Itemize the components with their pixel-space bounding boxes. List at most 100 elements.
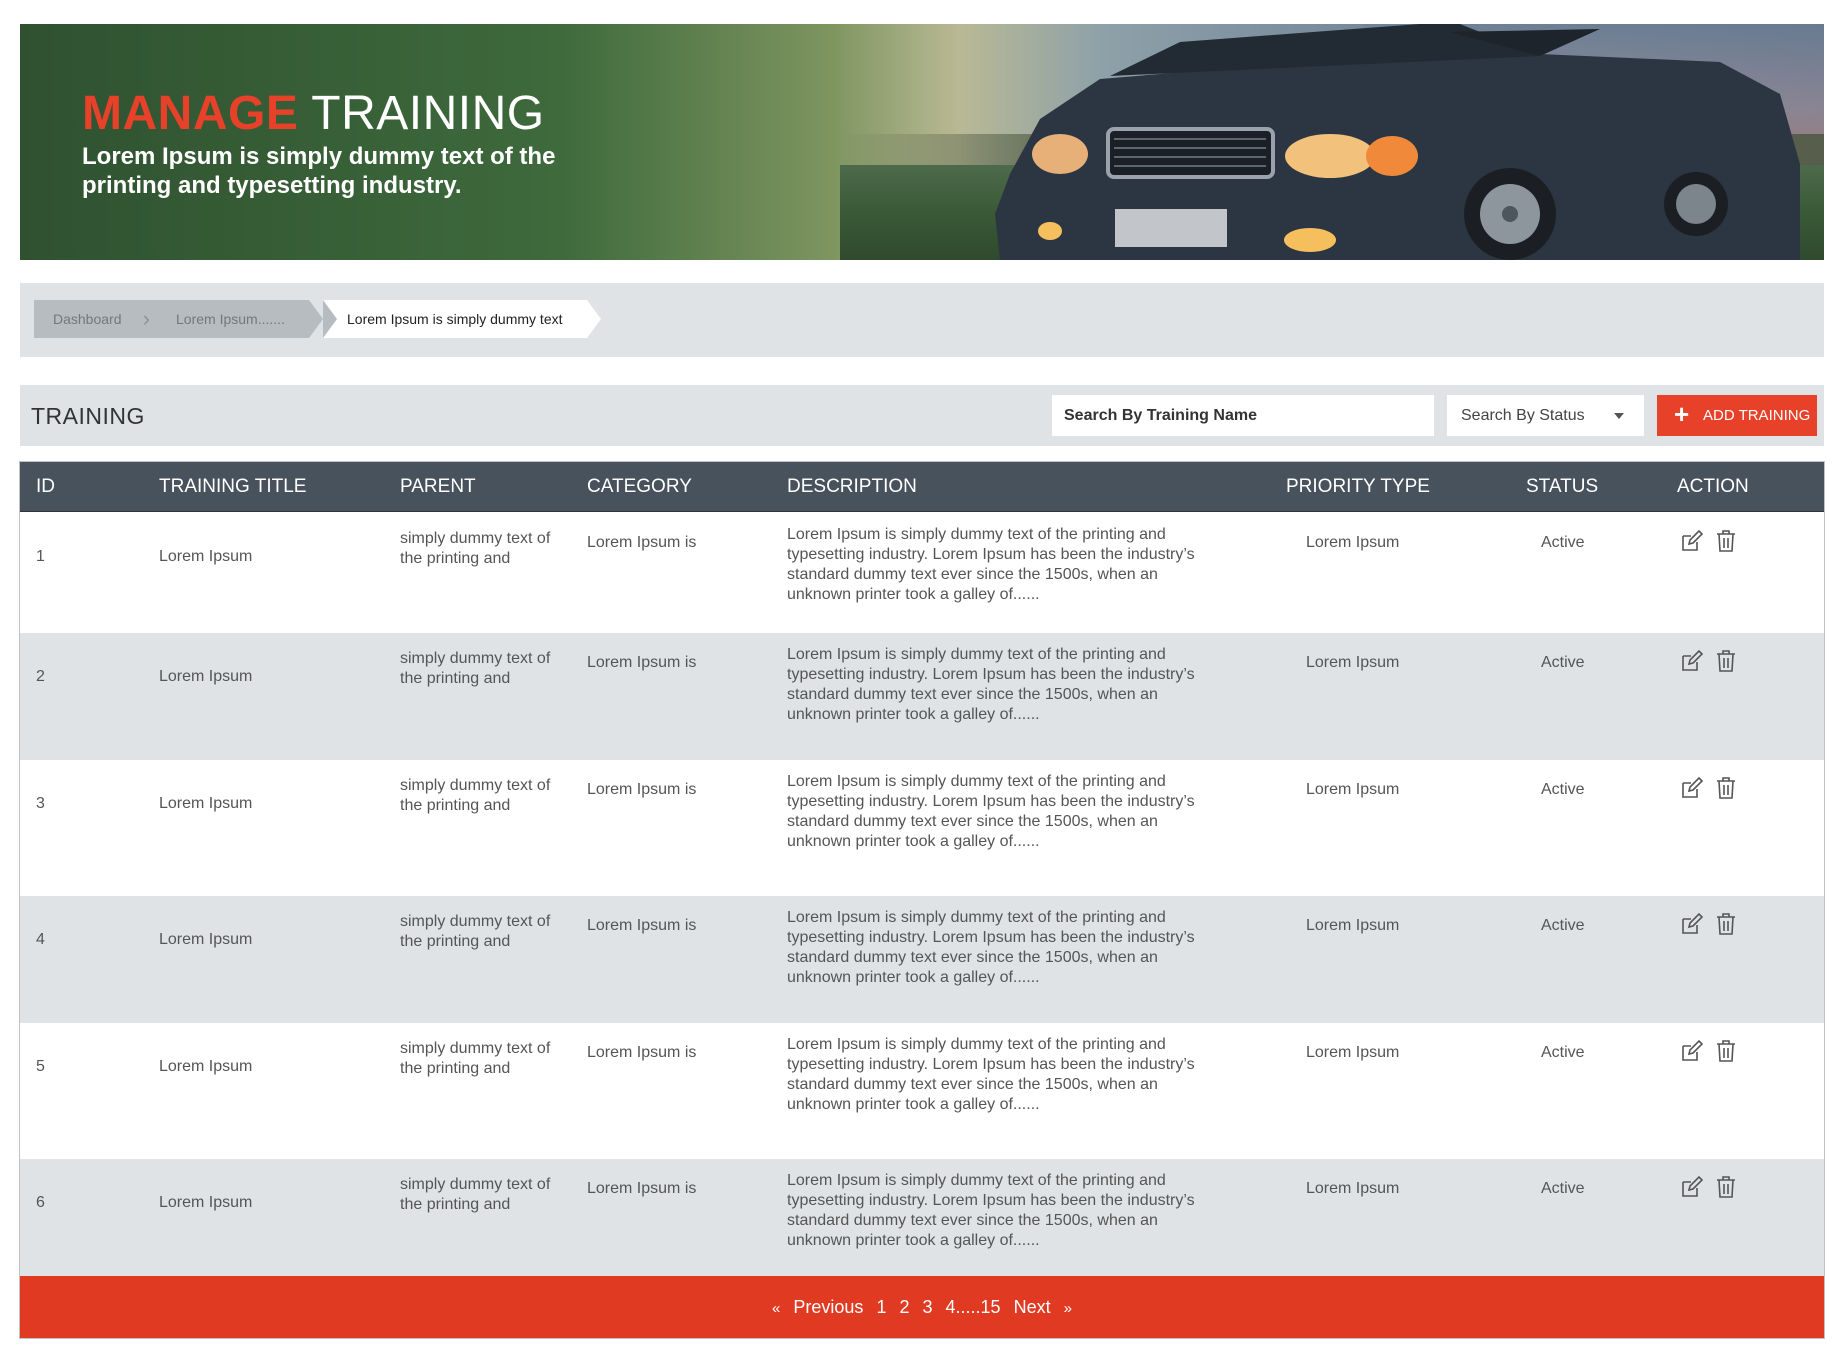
cell-category: Lorem Ipsum is <box>587 1180 697 1197</box>
cell-status: Active <box>1541 917 1585 934</box>
page-title-highlight: MANAGE <box>82 87 299 140</box>
cell-parent: simply dummy text of the printing and <box>400 650 551 687</box>
cell-priority: Lorem Ipsum <box>1306 1180 1400 1197</box>
cell-description: Lorem Ipsum is simply dummy text of the … <box>787 1172 1195 1249</box>
breadcrumb-item-current: Lorem Ipsum is simply dummy text <box>323 300 601 338</box>
col-header-id[interactable]: ID <box>36 476 55 498</box>
edit-icon[interactable] <box>1679 1039 1704 1063</box>
col-header-status[interactable]: STATUS <box>1526 476 1598 498</box>
status-filter-label: Search By Status <box>1461 407 1585 424</box>
cell-title: Lorem Ipsum <box>159 931 253 948</box>
cell-priority: Lorem Ipsum <box>1306 917 1400 934</box>
page-link[interactable]: 1 <box>876 1297 886 1317</box>
cell-priority: Lorem Ipsum <box>1306 781 1400 798</box>
search-input[interactable] <box>1052 395 1434 436</box>
cell-actions <box>1679 1175 1749 1199</box>
add-training-label: ADD TRAINING <box>1703 407 1811 424</box>
page-title: MANAGE TRAINING <box>82 88 545 140</box>
cell-description: Lorem Ipsum is simply dummy text of the … <box>787 773 1195 850</box>
cell-id: 2 <box>36 668 45 685</box>
col-header-priority[interactable]: PRIORITY TYPE <box>1286 476 1430 498</box>
cell-parent: simply dummy text of the printing and <box>400 913 551 950</box>
cell-priority: Lorem Ipsum <box>1306 534 1400 551</box>
table-row[interactable]: 6 Lorem Ipsum simply dummy text of the pri… <box>20 1159 1824 1284</box>
edit-icon[interactable] <box>1679 912 1704 936</box>
trash-icon[interactable] <box>1714 529 1738 553</box>
cell-title: Lorem Ipsum <box>159 1058 253 1075</box>
table-row[interactable]: 4 Lorem Ipsum simply dummy text of the pri… <box>20 896 1824 1023</box>
breadcrumb: Dashboard › Lorem Ipsum....... Lorem Ips… <box>20 283 1824 357</box>
next-arrow-icon[interactable]: » <box>1064 1300 1072 1317</box>
page-link[interactable]: 2 <box>899 1297 909 1317</box>
breadcrumb-item-dashboard[interactable]: Dashboard › <box>34 300 154 338</box>
trash-icon[interactable] <box>1714 1039 1738 1063</box>
cell-title: Lorem Ipsum <box>159 1194 253 1211</box>
cell-id: 1 <box>36 548 45 565</box>
cell-title: Lorem Ipsum <box>159 668 253 685</box>
table-row[interactable]: 5 Lorem Ipsum simply dummy text of the pri… <box>20 1023 1824 1159</box>
cell-category: Lorem Ipsum is <box>587 534 697 551</box>
pagination: « Previous 1 2 3 4.....15 Next » <box>20 1276 1824 1338</box>
cell-status: Active <box>1541 534 1585 551</box>
breadcrumb-item-parent[interactable]: Lorem Ipsum....... <box>154 300 323 338</box>
cell-category: Lorem Ipsum is <box>587 1044 697 1061</box>
cell-actions <box>1679 912 1749 936</box>
cell-parent: simply dummy text of the printing and <box>400 530 551 567</box>
table-row[interactable]: 1 Lorem Ipsum simply dummy text of the pri… <box>20 513 1824 633</box>
next-page-link[interactable]: Next <box>1014 1297 1051 1317</box>
cell-actions <box>1679 529 1749 553</box>
table-toolbar: TRAINING Search By Status + ADD TRAINING <box>20 385 1824 446</box>
cell-priority: Lorem Ipsum <box>1306 1044 1400 1061</box>
page-link[interactable]: 4.....15 <box>946 1297 1001 1317</box>
cell-category: Lorem Ipsum is <box>587 781 697 798</box>
chevron-right-icon: › <box>142 306 150 331</box>
cell-description: Lorem Ipsum is simply dummy text of the … <box>787 1036 1195 1113</box>
table-row[interactable]: 3 Lorem Ipsum simply dummy text of the pri… <box>20 760 1824 896</box>
cell-id: 6 <box>36 1194 45 1211</box>
hero-banner: MANAGE TRAINING Lorem Ipsum is simply du… <box>20 24 1824 260</box>
edit-icon[interactable] <box>1679 776 1704 800</box>
cell-status: Active <box>1541 1180 1585 1197</box>
col-header-category[interactable]: CATEGORY <box>587 476 692 498</box>
cell-title: Lorem Ipsum <box>159 548 253 565</box>
cell-status: Active <box>1541 654 1585 671</box>
col-header-parent[interactable]: PARENT <box>400 476 570 498</box>
edit-icon[interactable] <box>1679 1175 1704 1199</box>
cell-priority: Lorem Ipsum <box>1306 654 1400 671</box>
col-header-description[interactable]: DESCRIPTION <box>787 476 1207 498</box>
status-filter-select[interactable]: Search By Status <box>1447 395 1644 436</box>
table-row[interactable]: 2 Lorem Ipsum simply dummy text of the pri… <box>20 633 1824 760</box>
col-header-title[interactable]: TRAINING TITLE <box>159 476 306 498</box>
cell-parent: simply dummy text of the printing and <box>400 1176 551 1213</box>
cell-status: Active <box>1541 781 1585 798</box>
previous-page-link[interactable]: Previous <box>793 1297 863 1317</box>
cell-title: Lorem Ipsum <box>159 795 253 812</box>
cell-category: Lorem Ipsum is <box>587 917 697 934</box>
cell-id: 4 <box>36 931 45 948</box>
trash-icon[interactable] <box>1714 1175 1738 1199</box>
add-training-button[interactable]: + ADD TRAINING <box>1657 395 1817 436</box>
section-title: TRAINING <box>31 403 145 429</box>
cell-parent: simply dummy text of the printing and <box>400 777 551 814</box>
cell-actions <box>1679 649 1749 673</box>
edit-icon[interactable] <box>1679 529 1704 553</box>
cell-description: Lorem Ipsum is simply dummy text of the … <box>787 526 1195 603</box>
car-image <box>995 24 1800 260</box>
cell-id: 5 <box>36 1058 45 1075</box>
cell-description: Lorem Ipsum is simply dummy text of the … <box>787 646 1195 723</box>
training-table: ID TRAINING TITLE PARENT CATEGORY DESCRI… <box>19 461 1825 1339</box>
trash-icon[interactable] <box>1714 912 1738 936</box>
page-link[interactable]: 3 <box>923 1297 933 1317</box>
cell-parent: simply dummy text of the printing and <box>400 1040 551 1077</box>
prev-arrow-icon[interactable]: « <box>772 1300 780 1317</box>
trash-icon[interactable] <box>1714 776 1738 800</box>
trash-icon[interactable] <box>1714 649 1738 673</box>
caret-down-icon <box>1614 413 1624 419</box>
cell-actions <box>1679 1039 1749 1063</box>
edit-icon[interactable] <box>1679 649 1704 673</box>
breadcrumb-label: Lorem Ipsum....... <box>176 311 285 327</box>
cell-id: 3 <box>36 795 45 812</box>
cell-status: Active <box>1541 1044 1585 1061</box>
table-header: ID TRAINING TITLE PARENT CATEGORY DESCRI… <box>20 462 1824 512</box>
breadcrumb-label: Lorem Ipsum is simply dummy text <box>347 311 563 327</box>
